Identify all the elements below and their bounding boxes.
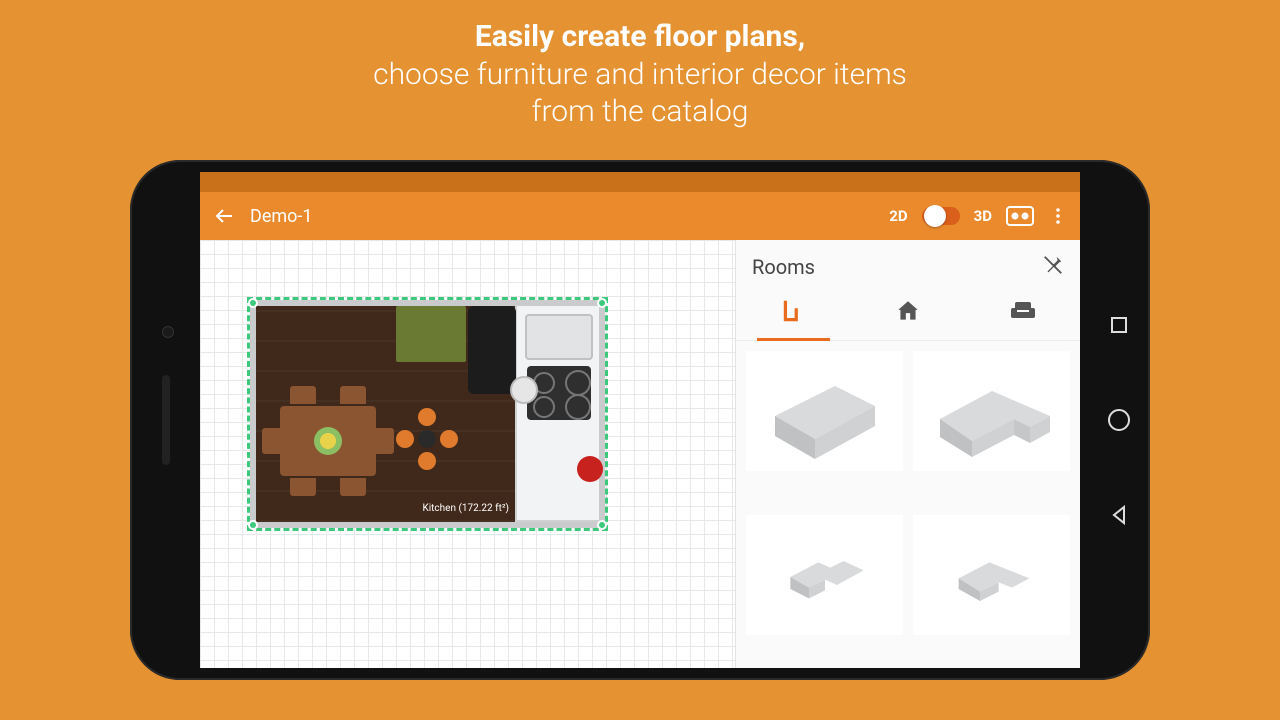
tab-rooms[interactable] <box>736 288 851 340</box>
dining-chair[interactable] <box>376 428 394 454</box>
round-stool[interactable] <box>510 376 538 404</box>
app-bar: Demo-1 2D 3D <box>200 192 1080 240</box>
label-2d: 2D <box>889 207 907 225</box>
dining-chair[interactable] <box>290 478 316 496</box>
status-bar <box>200 172 1080 192</box>
device-frame: Demo-1 2D 3D <box>130 160 1150 680</box>
headline-line3: from the catalog <box>0 93 1280 131</box>
rooms-icon <box>780 298 806 328</box>
fridge[interactable] <box>396 306 466 362</box>
headline-bold: Easily create floor plans, <box>0 18 1280 56</box>
android-navbar <box>1106 313 1132 527</box>
stool[interactable] <box>418 408 436 426</box>
room-shape-t[interactable] <box>913 515 1070 635</box>
device-speaker <box>162 375 170 465</box>
room-shape-l2[interactable] <box>746 515 903 635</box>
sink[interactable] <box>525 314 593 360</box>
tab-furniture[interactable] <box>965 288 1080 340</box>
dining-table[interactable] <box>280 406 376 476</box>
marketing-headline: Easily create floor plans, choose furnit… <box>0 0 1280 131</box>
view-toggle[interactable] <box>922 207 960 225</box>
room-shape-l1[interactable] <box>913 351 1070 471</box>
catalog-panel: Rooms <box>735 240 1080 668</box>
label-3d: 3D <box>974 207 992 225</box>
sofa[interactable] <box>468 306 516 394</box>
panel-header: Rooms <box>736 240 1080 288</box>
stool[interactable] <box>418 452 436 470</box>
back-button[interactable] <box>212 204 236 228</box>
stool[interactable] <box>396 430 414 448</box>
room-shapes-grid <box>736 341 1080 668</box>
dining-chair[interactable] <box>262 428 280 454</box>
floorplan-canvas[interactable]: Kitchen (172.22 ft²) <box>200 240 735 668</box>
project-title: Demo-1 <box>250 206 875 227</box>
resize-handle-bl[interactable] <box>248 520 258 530</box>
device-camera <box>162 326 174 338</box>
panel-title: Rooms <box>752 255 1032 279</box>
dining-chair[interactable] <box>340 386 366 404</box>
red-pouf[interactable] <box>577 456 603 482</box>
furniture-icon <box>1009 300 1037 326</box>
coffee-table[interactable] <box>418 430 436 448</box>
nav-recent-icon[interactable] <box>1107 313 1131 337</box>
stool[interactable] <box>440 430 458 448</box>
overflow-menu-icon[interactable] <box>1048 206 1068 226</box>
unpin-icon[interactable] <box>1042 254 1064 280</box>
content-area: Kitchen (172.22 ft²) Rooms <box>200 240 1080 668</box>
plate <box>314 427 342 455</box>
room-kitchen[interactable]: Kitchen (172.22 ft²) <box>250 300 605 528</box>
nav-home-icon[interactable] <box>1106 407 1132 433</box>
dining-chair[interactable] <box>340 478 366 496</box>
dining-chair[interactable] <box>290 386 316 404</box>
home-icon <box>895 298 921 328</box>
catalog-tabs <box>736 288 1080 341</box>
resize-handle-tl[interactable] <box>248 298 258 308</box>
app-screen: Demo-1 2D 3D <box>200 172 1080 668</box>
nav-back-icon[interactable] <box>1107 503 1131 527</box>
vr-cardboard-icon[interactable] <box>1006 206 1034 226</box>
room-shape-rect[interactable] <box>746 351 903 471</box>
kitchen-counter[interactable] <box>515 306 599 522</box>
headline-line2: choose furniture and interior decor item… <box>0 56 1280 94</box>
room-label: Kitchen (172.22 ft²) <box>422 503 509 514</box>
tab-home[interactable] <box>851 288 966 340</box>
